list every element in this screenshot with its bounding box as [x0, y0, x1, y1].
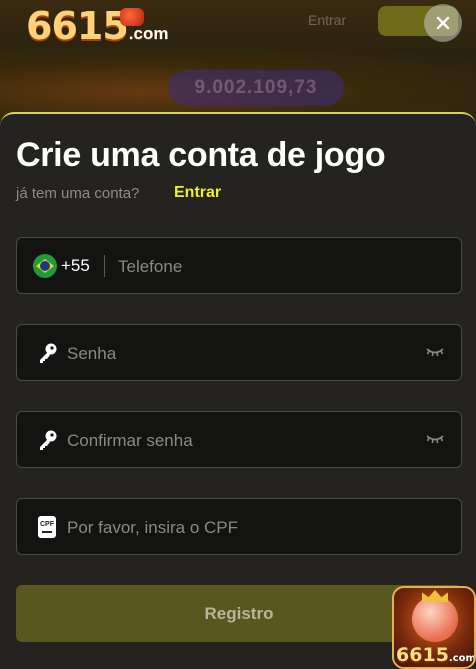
eye-closed-icon[interactable]: [425, 345, 445, 359]
background-login-link: Entrar: [308, 12, 347, 28]
close-button[interactable]: [424, 4, 462, 42]
crown-icon: [422, 590, 448, 602]
badge-logo: 6615.com: [396, 644, 476, 666]
confirm-password-placeholder: Confirmar senha: [67, 431, 193, 450]
confirm-password-field[interactable]: Confirmar senha: [16, 411, 462, 468]
cpf-icon-label: CPF: [40, 521, 54, 528]
badge-logo-number: 6615: [396, 644, 449, 666]
badge-logo-suffix: .com: [448, 653, 476, 664]
app-download-badge[interactable]: 6615.com: [392, 586, 476, 669]
modal-title: Crie uma conta de jogo: [16, 136, 386, 174]
cpf-placeholder: Por favor, insira o CPF: [67, 518, 239, 537]
phone-field[interactable]: +55 Telefone: [16, 237, 462, 294]
treasure-icon: [120, 8, 144, 26]
site-logo: 6615 .com: [26, 4, 168, 48]
divider: [104, 255, 105, 277]
country-code[interactable]: +55: [61, 256, 90, 276]
password-placeholder: Senha: [67, 344, 117, 363]
logo-number: 6615: [26, 4, 129, 48]
background-jackpot: 9.002.109,73: [168, 70, 344, 106]
have-account-text: já tem uma conta?: [16, 185, 140, 202]
screen: 9.002.109,73 Entrar 6615 .com Crie uma c…: [0, 0, 476, 669]
brazil-flag-icon[interactable]: [33, 254, 57, 278]
key-icon: [40, 430, 57, 450]
password-field[interactable]: Senha: [16, 324, 462, 381]
close-icon: [436, 16, 450, 30]
cpf-card-icon: CPF: [38, 516, 56, 538]
key-icon: [40, 343, 57, 363]
mascot-icon: [412, 596, 458, 642]
phone-placeholder: Telefone: [118, 257, 183, 276]
cpf-field[interactable]: CPF Por favor, insira o CPF: [16, 498, 462, 555]
logo-suffix: .com: [128, 24, 169, 43]
login-link[interactable]: Entrar: [174, 184, 221, 202]
eye-closed-icon[interactable]: [425, 432, 445, 446]
